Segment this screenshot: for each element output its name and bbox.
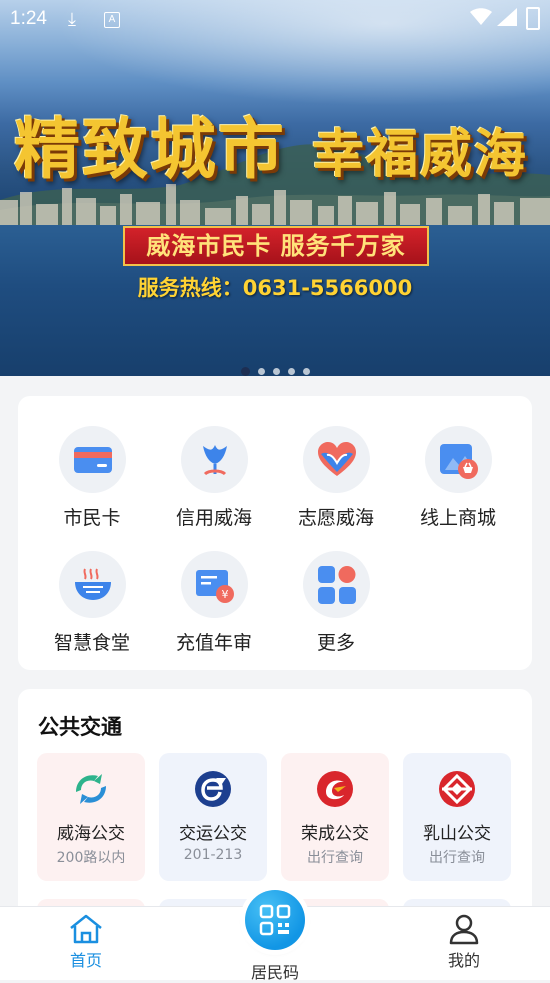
banner-slogan-right: 幸福威海 <box>312 124 529 185</box>
service-icon-circle <box>58 426 126 493</box>
transit-rongcheng-bus[interactable]: 荣成公交 出行查询 <box>281 753 389 881</box>
service-icon-circle <box>424 426 492 493</box>
carousel-dots[interactable] <box>0 360 550 376</box>
service-label: 市民卡 <box>63 507 121 529</box>
service-icon-circle <box>302 551 370 618</box>
wifi-icon <box>470 8 492 25</box>
nav-me[interactable]: 我的 <box>434 913 494 971</box>
app-notification-icon: A <box>104 12 120 28</box>
transit-name: 乳山公交 <box>423 824 491 844</box>
carousel-dot[interactable] <box>257 368 265 375</box>
credit-flower-icon <box>202 445 227 476</box>
qr-code-icon <box>259 904 291 936</box>
service-label: 智慧食堂 <box>53 632 130 654</box>
service-label: 信用威海 <box>175 507 252 529</box>
service-icon-circle <box>58 551 126 618</box>
service-volunteer-weihai[interactable]: 志愿威海 <box>275 426 397 530</box>
nav-resident-code[interactable]: 居民码 <box>230 959 320 983</box>
user-icon <box>449 914 479 945</box>
nav-code-label: 居民码 <box>250 963 299 982</box>
service-icon-circle <box>302 426 370 493</box>
download-icon: ⤓ <box>68 9 76 29</box>
transit-sub: 出行查询 <box>307 850 363 866</box>
nav-home[interactable]: 首页 <box>56 913 116 971</box>
transit-jiaoyun-bus[interactable]: 交运公交 201-213 <box>159 753 267 881</box>
banner-hotline: 服务热线：0631-5566000 <box>137 276 413 300</box>
service-label: 更多 <box>316 632 355 654</box>
banner-carousel[interactable]: 1:24 ⤓ A 精致城市 幸福威海 威海市民卡 服务千万家 服务热线：0631… <box>0 0 550 376</box>
card-icon <box>73 447 112 473</box>
service-label: 线上商城 <box>419 507 496 529</box>
heart-icon <box>317 442 356 476</box>
weihai-bus-logo-icon <box>76 774 106 804</box>
service-citizen-card[interactable]: 市民卡 <box>31 426 153 530</box>
rushan-bus-logo-icon <box>439 771 475 807</box>
signal-icon <box>497 8 517 26</box>
recharge-icon: ¥ <box>195 570 234 603</box>
home-icon <box>70 914 102 944</box>
banner-slogan-left: 精致城市 <box>14 110 286 188</box>
service-label: 充值年审 <box>175 632 252 654</box>
jiaoyun-bus-logo-icon <box>195 771 231 807</box>
service-recharge-review[interactable]: ¥ 充值年审 <box>153 551 275 655</box>
carousel-dot[interactable] <box>272 368 280 375</box>
resident-code-button[interactable] <box>245 890 305 950</box>
transit-weihai-bus[interactable]: 威海公交 200路以内 <box>37 753 145 881</box>
services-card: 市民卡 信用威海 志愿威海 线上商城 智慧食堂 ¥ 充值年审 更多 <box>18 396 532 670</box>
shop-icon <box>439 444 478 479</box>
banner-ribbon: 威海市民卡 服务千万家 <box>123 226 429 266</box>
nav-me-label: 我的 <box>447 951 480 970</box>
transit-sub: 出行查询 <box>429 850 485 866</box>
transit-rushan-bus[interactable]: 乳山公交 出行查询 <box>403 753 511 881</box>
bowl-icon <box>74 568 111 600</box>
svg-text:¥: ¥ <box>221 588 228 601</box>
service-more[interactable]: 更多 <box>275 551 397 655</box>
status-bar: 1:24 ⤓ A <box>0 0 550 38</box>
rongcheng-bus-logo-icon <box>317 771 353 807</box>
transit-sub: 200路以内 <box>56 850 126 866</box>
service-icon-circle <box>180 426 248 493</box>
transit-name: 交运公交 <box>179 824 247 844</box>
service-credit-weihai[interactable]: 信用威海 <box>153 426 275 530</box>
carousel-dot[interactable] <box>302 368 310 375</box>
battery-icon <box>526 7 540 30</box>
carousel-dot[interactable] <box>287 368 295 375</box>
service-label: 志愿威海 <box>297 507 374 529</box>
section-title: 公共交通 <box>38 715 122 739</box>
carousel-dot[interactable] <box>240 367 250 376</box>
transit-sub: 201-213 <box>183 847 243 863</box>
transit-name: 荣成公交 <box>301 824 369 844</box>
service-icon-circle: ¥ <box>180 551 248 618</box>
grid-icon <box>317 566 356 604</box>
nav-home-label: 首页 <box>69 951 102 970</box>
status-time: 1:24 <box>10 8 47 29</box>
transit-name: 威海公交 <box>57 824 125 844</box>
service-online-mall[interactable]: 线上商城 <box>397 426 519 530</box>
service-smart-canteen[interactable]: 智慧食堂 <box>31 551 153 655</box>
